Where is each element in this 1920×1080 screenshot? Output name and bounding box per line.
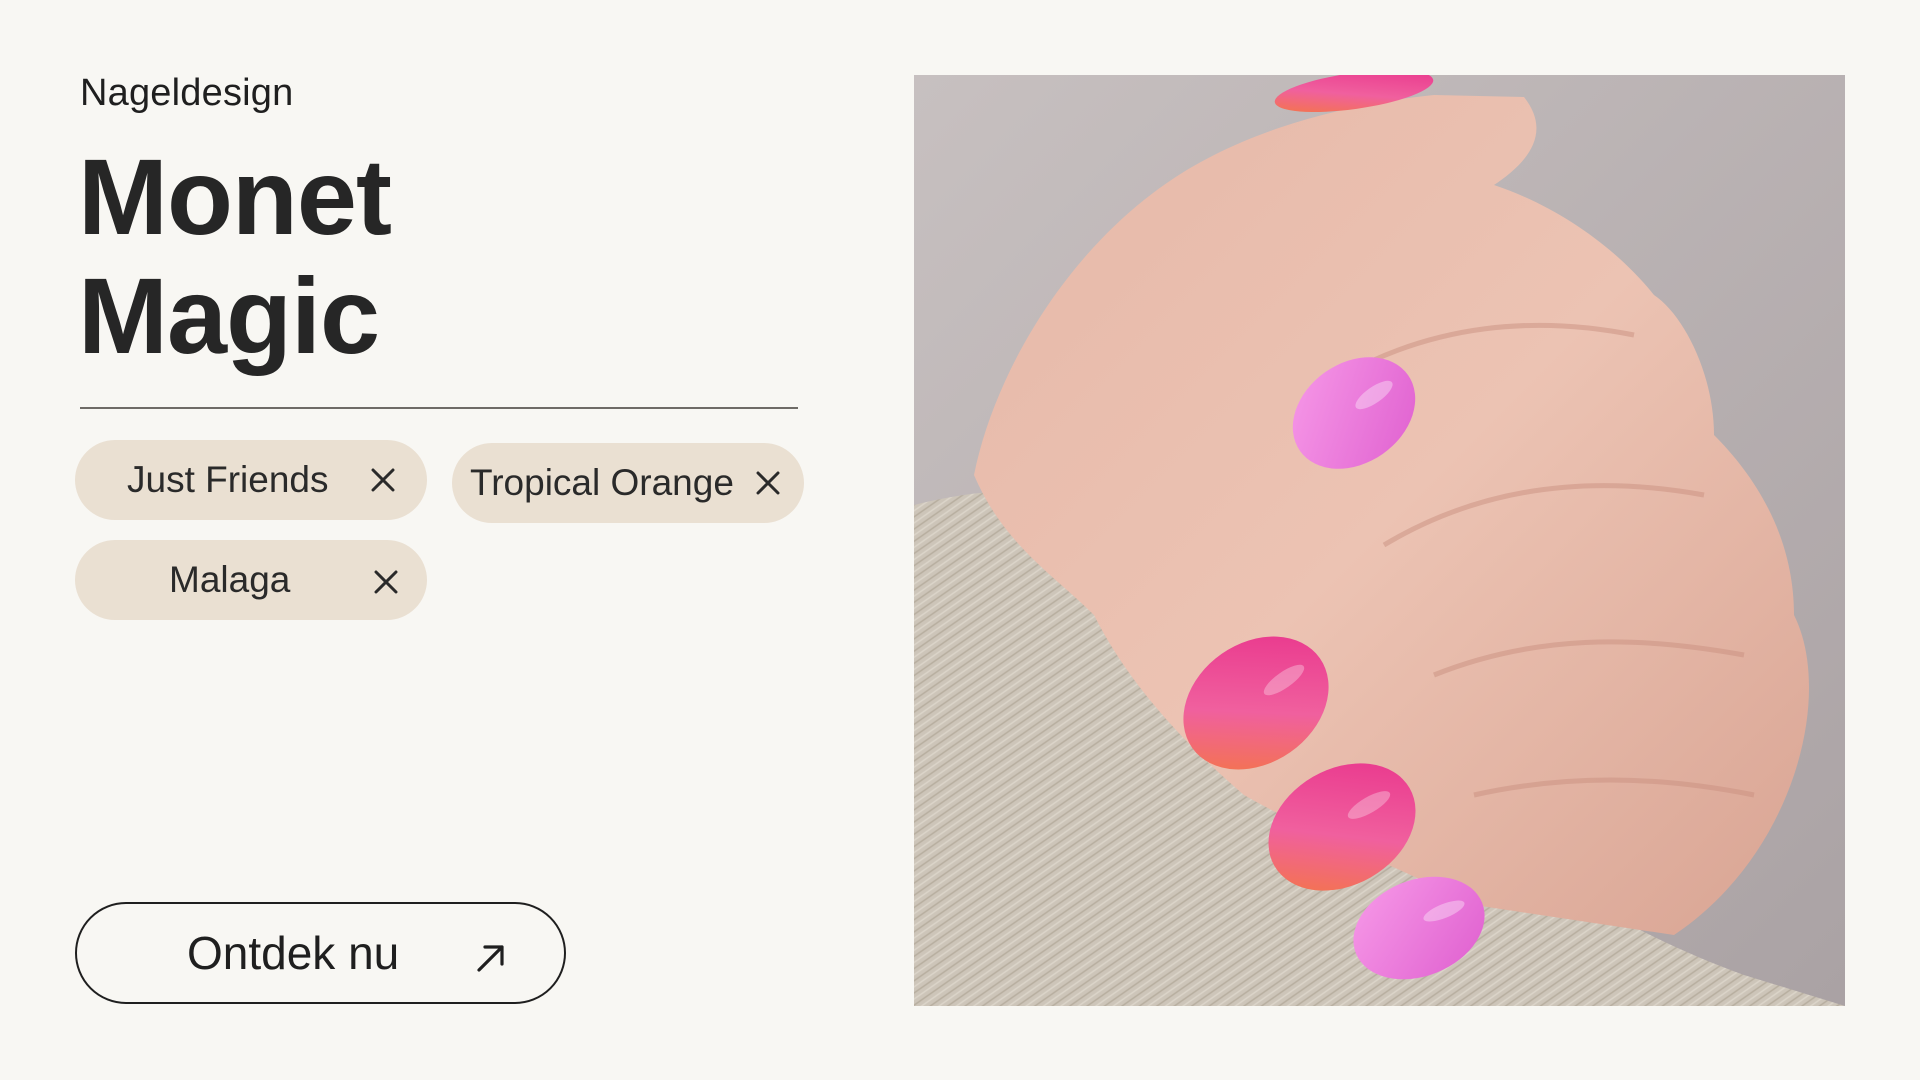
close-icon[interactable] (754, 469, 782, 497)
filter-chip-just-friends[interactable]: Just Friends (75, 440, 427, 520)
close-icon[interactable] (372, 568, 400, 596)
close-icon[interactable] (369, 466, 397, 494)
divider (80, 407, 798, 409)
nail-photo-illustration (914, 75, 1845, 1006)
arrow-up-right-icon (473, 940, 509, 976)
filter-chip-label: Just Friends (127, 459, 329, 500)
filter-chip-tropical-orange[interactable]: Tropical Orange (452, 443, 804, 523)
discover-button[interactable]: Ontdek nu (75, 902, 566, 1004)
filter-chip-label: Tropical Orange (470, 462, 734, 503)
filter-chip-malaga[interactable]: Malaga (75, 540, 427, 620)
page-title-line-1: Monet (78, 136, 392, 257)
page-title: Monet Magic (78, 136, 392, 376)
nail-design-photo (914, 75, 1845, 1006)
category-label: Nageldesign (80, 72, 294, 114)
discover-button-label: Ontdek nu (187, 927, 400, 979)
page-title-line-2: Magic (78, 254, 380, 376)
filter-chip-label: Malaga (169, 559, 291, 600)
